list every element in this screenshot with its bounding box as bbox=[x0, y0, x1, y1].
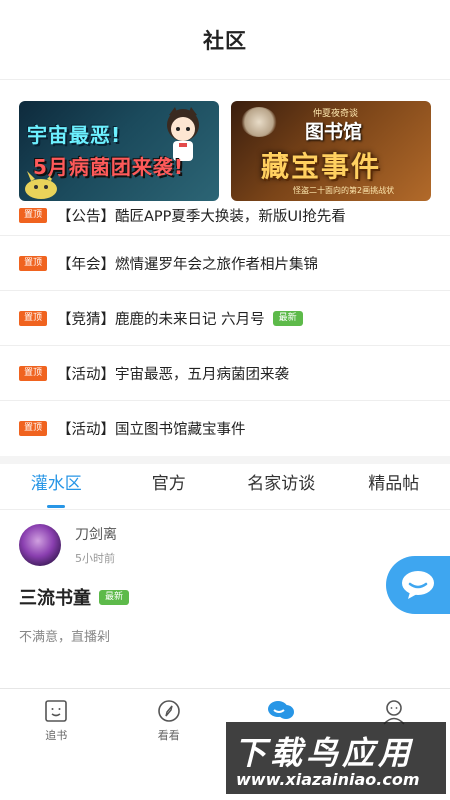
floating-chat-button[interactable] bbox=[386, 556, 450, 614]
notice-title: 【活动】国立图书馆藏宝事件 bbox=[57, 422, 246, 438]
pinned-notice-item[interactable]: 置顶 【活动】宇宙最恶，五月病菌团来袭 bbox=[0, 346, 450, 401]
pinned-badge: 置顶 bbox=[19, 255, 48, 271]
watermark-brand: 下载鸟应用 bbox=[234, 734, 415, 772]
notice-title: 【活动】宇宙最恶，五月病菌团来袭 bbox=[57, 366, 290, 383]
banner-headline: 图书馆 bbox=[305, 121, 363, 143]
tab-bar-browse[interactable]: 看看 bbox=[113, 689, 226, 753]
blurred-mascot-image bbox=[241, 107, 277, 137]
notice-title: 【竞猜】鹿鹿的未来日记 六月号 bbox=[57, 311, 265, 328]
banner-headline: 宇宙最恶! bbox=[27, 123, 122, 147]
chat-bubbles-icon bbox=[268, 701, 295, 719]
pinned-badge: 置顶 bbox=[19, 365, 48, 381]
notice-title: 【年会】燃情暹罗年会之旅作者相片集锦 bbox=[57, 256, 319, 273]
tab-bar-label: 追书 bbox=[45, 729, 68, 742]
banner-caption: 怪盗二十面向的第2画挑战状 bbox=[293, 186, 395, 195]
post-author: 刀剑离 5小时前 bbox=[19, 524, 431, 566]
face-book-icon bbox=[45, 700, 68, 722]
forum-tabs: 灌水区 官方 名家访谈 精品帖 bbox=[0, 464, 450, 510]
pinned-badge: 置顶 bbox=[19, 310, 48, 326]
compass-icon bbox=[157, 700, 180, 722]
notice-title: 【公告】酷匠APP夏季大换装，新版UI抢先看 bbox=[57, 208, 346, 225]
post-title-row: 三流书童 最新 bbox=[19, 584, 431, 610]
tab-bar-label: 看看 bbox=[157, 729, 180, 742]
post-timestamp: 5小时前 bbox=[75, 552, 115, 565]
new-badge: 最新 bbox=[272, 310, 303, 326]
chat-bubble-icon bbox=[402, 571, 434, 599]
banner-subheadline: 藏宝事件 bbox=[261, 150, 382, 183]
tab-bar-follow-books[interactable]: 追书 bbox=[0, 689, 113, 753]
banner-carousel: 宇宙最恶! 5月病菌团来袭! 仲夏夜奇谈 图书馆 藏宝事件 怪盗二十面向的第2画… bbox=[0, 80, 450, 202]
pinned-notice-item[interactable]: 置顶 【年会】燃情暹罗年会之旅作者相片集锦 bbox=[0, 236, 450, 291]
page-title: 社区 bbox=[203, 28, 247, 53]
pinned-badge: 置顶 bbox=[19, 207, 48, 223]
banner-universe-event[interactable]: 宇宙最恶! 5月病菌团来袭! bbox=[19, 101, 219, 201]
author-name[interactable]: 刀剑离 bbox=[75, 524, 117, 544]
banner-library-event[interactable]: 仲夏夜奇谈 图书馆 藏宝事件 怪盗二十面向的第2画挑战状 bbox=[231, 101, 431, 201]
pinned-notice-item[interactable]: 置顶 【公告】酷匠APP夏季大换装，新版UI抢先看 bbox=[0, 202, 450, 236]
tab-interviews[interactable]: 名家访谈 bbox=[225, 464, 338, 510]
post-card[interactable]: 刀剑离 5小时前 三流书童 最新 不满意，直播剁 bbox=[0, 510, 450, 645]
top-bar: 社区 bbox=[0, 0, 450, 80]
pinned-badge: 置顶 bbox=[19, 421, 48, 436]
community-page: 社区 宇宙最恶! 5月病菌团来袭! 仲夏夜奇谈 图书馆 藏宝事件 怪盗二十面向的… bbox=[0, 0, 450, 800]
site-watermark: 下载鸟应用 www.xiazainiao.com bbox=[226, 722, 446, 794]
tab-featured[interactable]: 精品帖 bbox=[338, 464, 450, 510]
watermark-url: www.xiazainiao.com bbox=[236, 770, 420, 789]
banner-subheadline: 5月病菌团来袭! bbox=[33, 155, 185, 179]
new-badge: 最新 bbox=[99, 589, 130, 605]
post-snippet: 不满意，直播剁 bbox=[19, 630, 111, 645]
pinned-notice-item[interactable]: 置顶 【竞猜】鹿鹿的未来日记 六月号 最新 bbox=[0, 291, 450, 346]
avatar[interactable] bbox=[19, 524, 61, 566]
pinned-notice-list: 置顶 【公告】酷匠APP夏季大换装，新版UI抢先看 置顶 【年会】燃情暹罗年会之… bbox=[0, 202, 450, 456]
tab-official[interactable]: 官方 bbox=[113, 464, 226, 510]
pinned-notice-item[interactable]: 置顶 【活动】国立图书馆藏宝事件 bbox=[0, 401, 450, 456]
post-title: 三流书童 bbox=[19, 588, 91, 609]
tab-chat-zone[interactable]: 灌水区 bbox=[0, 464, 113, 510]
author-meta: 刀剑离 5小时前 bbox=[75, 524, 117, 566]
